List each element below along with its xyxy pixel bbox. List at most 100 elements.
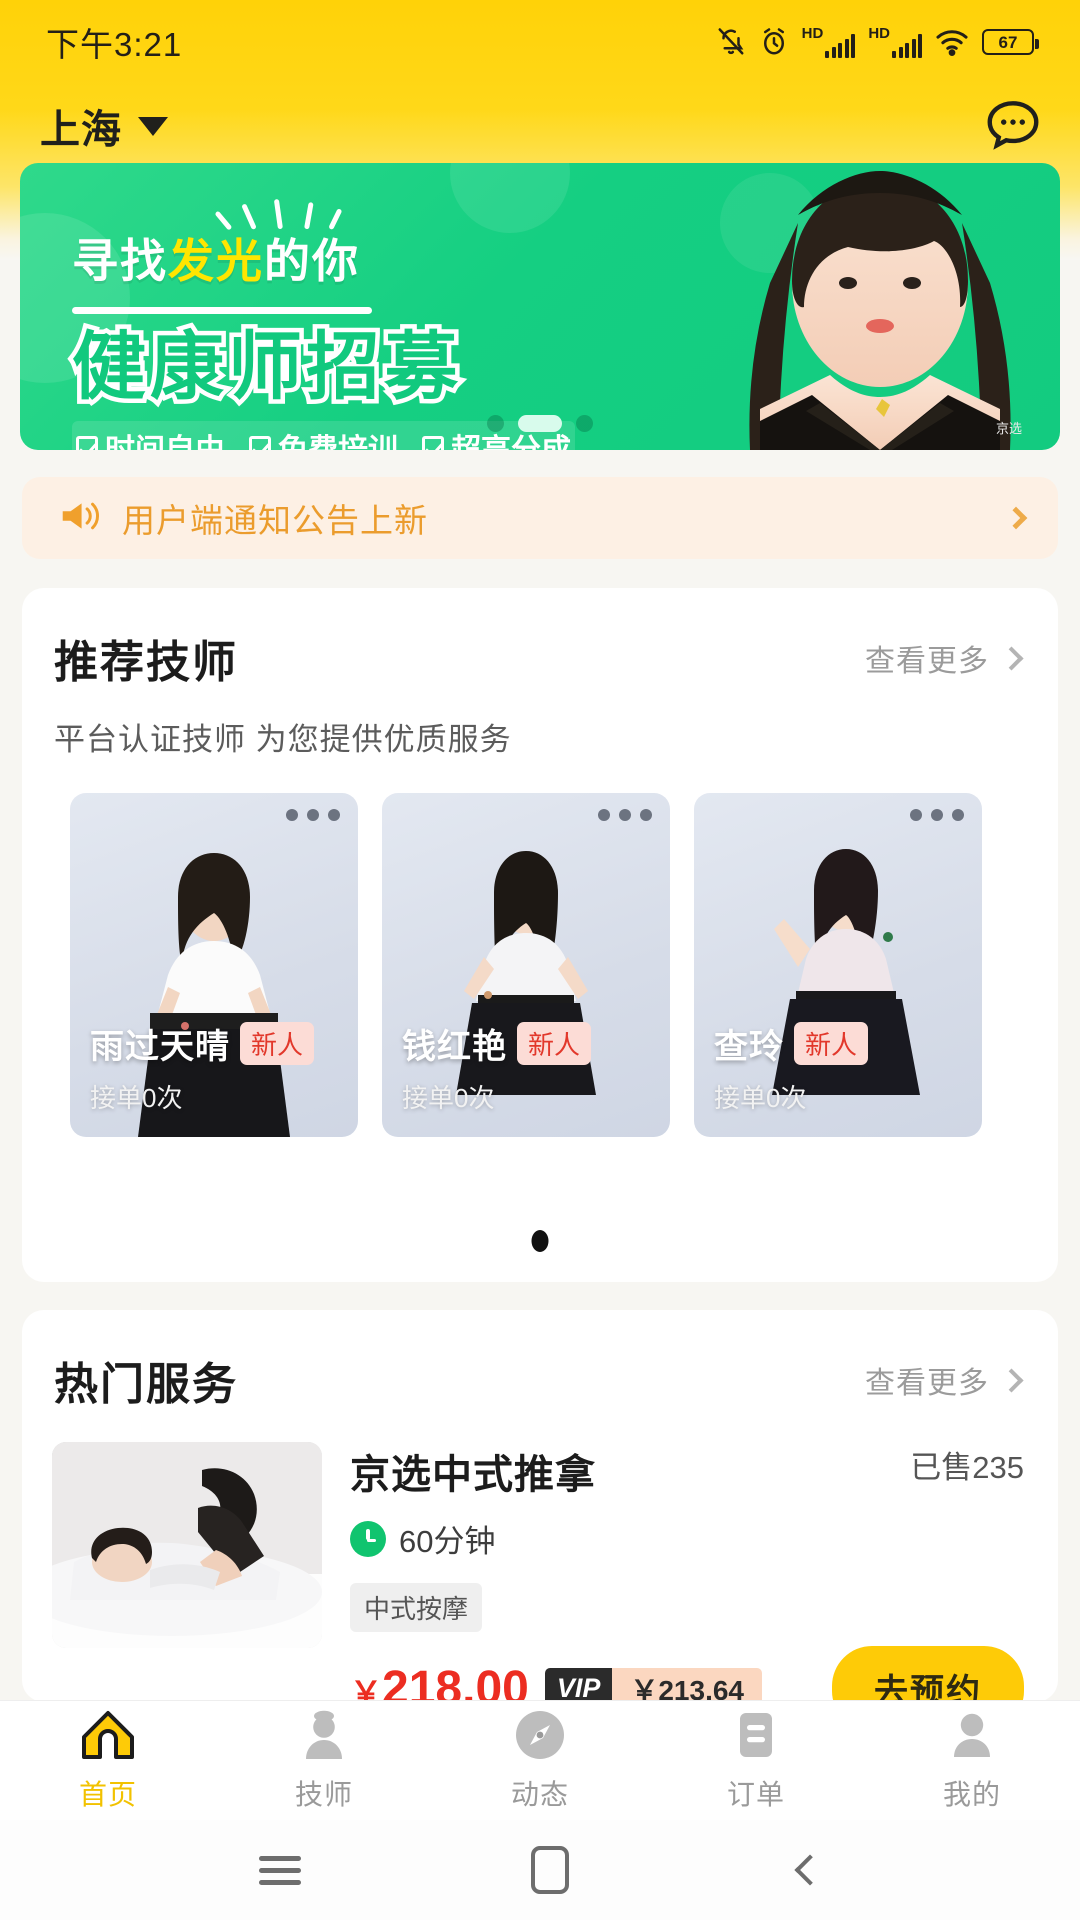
more-options-icon[interactable] <box>598 809 652 821</box>
banner-subtitle-highlight: 发光 <box>168 235 264 287</box>
person-icon <box>946 1709 998 1766</box>
tab-orders[interactable]: 订单 <box>666 1709 846 1813</box>
service-duration: 60分钟 <box>399 1524 496 1559</box>
back-chevron-icon[interactable] <box>794 1854 826 1886</box>
technician-name-row: 查玲 新人 <box>714 1019 869 1068</box>
technician-name: 查玲 <box>714 1028 784 1066</box>
tab-technician[interactable]: 技师 <box>234 1709 414 1813</box>
bottom-tab-bar: 首页 技师 动态 订单 我的 <box>0 1700 1080 1820</box>
banner-feature-item: 时间自由 <box>76 425 225 450</box>
home-square-icon[interactable] <box>531 1846 569 1894</box>
clock-icon <box>350 1520 386 1557</box>
battery-icon: 67 <box>982 29 1039 55</box>
status-badge: 新人 <box>517 1022 592 1065</box>
signal-hd-icon-1: HD <box>802 26 856 58</box>
speaker-icon <box>58 498 102 539</box>
recommended-technicians-section: 推荐技师 查看更多 平台认证技师 为您提供优质服务 雨过天晴 新人 接单0次 钱… <box>22 588 1058 1282</box>
banner-feature-label: 免费培训 <box>278 425 398 450</box>
banner-feature-label: 时间自由 <box>105 425 225 450</box>
technician-name-row: 雨过天晴 新人 <box>90 1019 315 1068</box>
tab-label-orders: 订单 <box>726 1778 785 1810</box>
technician-card-list: 雨过天晴 新人 接单0次 钱红艳 新人 接单0次 查玲 新人 接单0次 <box>22 759 1058 1137</box>
tab-home[interactable]: 首页 <box>18 1709 198 1813</box>
banner-model-badge: 京选 <box>996 421 1022 436</box>
tab-label-dynamic: 动态 <box>510 1778 569 1810</box>
check-icon <box>76 436 98 450</box>
promo-banner-carousel[interactable]: 寻找发光的你 健康师招募 时间自由 免费培训 超高分成 <box>20 163 1060 450</box>
chevron-right-icon[interactable] <box>1004 506 1028 530</box>
service-sold-count: 已售235 <box>910 1450 1024 1485</box>
check-icon <box>422 436 444 450</box>
technician-name-row: 钱红艳 新人 <box>402 1019 592 1068</box>
alarm-icon <box>759 26 789 58</box>
technician-order-count: 接单0次 <box>90 1083 183 1113</box>
chat-bubble-icon[interactable] <box>982 95 1044 157</box>
technician-name: 雨过天晴 <box>90 1028 230 1066</box>
city-name-label: 上海 <box>40 108 122 152</box>
tab-label-technician: 技师 <box>294 1778 353 1810</box>
section-header: 热门服务 查看更多 <box>22 1310 1058 1412</box>
technician-card[interactable]: 雨过天晴 新人 接单0次 <box>70 793 358 1137</box>
status-bar: 下午3:21 HD HD 67 <box>0 0 1080 84</box>
carousel-dot[interactable] <box>576 415 593 432</box>
announcement-content: 用户端通知公告上新 <box>58 494 428 542</box>
view-more-button[interactable]: 查看更多 <box>865 1358 1024 1402</box>
view-more-label: 查看更多 <box>865 645 989 678</box>
home-icon <box>80 1709 136 1766</box>
service-thumbnail <box>52 1442 322 1648</box>
more-options-icon[interactable] <box>286 809 340 821</box>
tab-profile[interactable]: 我的 <box>882 1709 1062 1813</box>
technician-info: 钱红艳 新人 接单0次 <box>402 1019 592 1115</box>
tab-label-home: 首页 <box>78 1778 137 1810</box>
banner-feature-item: 免费培训 <box>249 425 398 450</box>
announcement-text: 用户端通知公告上新 <box>122 502 428 539</box>
banner-divider <box>72 307 372 314</box>
banner-subtitle: 寻找发光的你 <box>72 225 672 291</box>
carousel-dot[interactable] <box>487 415 504 432</box>
city-selector[interactable]: 上海 <box>40 97 168 155</box>
banner-model-photo: 京选 <box>680 163 1060 450</box>
order-list-icon <box>730 1709 782 1766</box>
recents-icon[interactable] <box>259 1849 301 1892</box>
page-title: 热门服务 <box>54 1360 238 1409</box>
banner-title: 健康师招募 <box>68 321 463 412</box>
status-badge: 新人 <box>240 1022 315 1065</box>
technician-card[interactable]: 查玲 新人 接单0次 <box>694 793 982 1137</box>
sparkle-rays-icon <box>214 195 352 231</box>
bell-mute-icon <box>716 26 746 58</box>
technician-icon <box>298 1709 350 1766</box>
announcement-bar[interactable]: 用户端通知公告上新 <box>22 477 1058 559</box>
technician-info: 查玲 新人 接单0次 <box>714 1019 869 1115</box>
more-options-icon[interactable] <box>910 809 964 821</box>
status-badge: 新人 <box>794 1022 869 1065</box>
app-header: 上海 <box>0 84 1080 168</box>
compass-icon <box>514 1709 566 1766</box>
service-list-item[interactable]: 京选中式推拿 已售235 60分钟 中式按摩 ￥218.00 VIP ￥213.… <box>22 1412 1058 1731</box>
android-navigation-bar <box>0 1820 1080 1920</box>
technician-card[interactable]: 钱红艳 新人 接单0次 <box>382 793 670 1137</box>
technician-info: 雨过天晴 新人 接单0次 <box>90 1019 315 1115</box>
banner-subtitle-part1: 寻找 <box>72 235 168 287</box>
chevron-down-icon <box>138 116 168 136</box>
tab-dynamic[interactable]: 动态 <box>450 1709 630 1813</box>
chevron-right-icon <box>999 1367 1024 1393</box>
banner-subtitle-part3: 的你 <box>264 235 360 287</box>
page-title: 推荐技师 <box>54 638 238 687</box>
carousel-dot-active[interactable] <box>518 415 562 432</box>
service-category-tag: 中式按摩 <box>350 1583 483 1632</box>
signal-hd-icon-2: HD <box>868 26 922 58</box>
chevron-right-icon <box>999 645 1024 671</box>
carousel-dots[interactable] <box>487 415 593 432</box>
wifi-icon <box>935 28 969 56</box>
service-title: 京选中式推拿 <box>350 1453 596 1497</box>
section-subtitle: 平台认证技师 为您提供优质服务 <box>54 722 512 757</box>
service-details: 京选中式推拿 已售235 60分钟 中式按摩 ￥218.00 VIP ￥213.… <box>350 1442 1058 1731</box>
technician-carousel-dot[interactable] <box>531 1230 549 1252</box>
technician-order-count: 接单0次 <box>714 1083 807 1113</box>
status-bar-time: 下午3:21 <box>46 26 183 63</box>
hot-services-section: 热门服务 查看更多 京选中式推拿 已售235 60分钟 中式按摩 ￥218.00… <box>22 1310 1058 1731</box>
technician-order-count: 接单0次 <box>402 1083 495 1113</box>
banner-text-block: 寻找发光的你 健康师招募 时间自由 免费培训 超高分成 <box>68 195 672 450</box>
view-more-button[interactable]: 查看更多 <box>865 636 1024 680</box>
status-bar-icons: HD HD 67 <box>716 26 1039 58</box>
